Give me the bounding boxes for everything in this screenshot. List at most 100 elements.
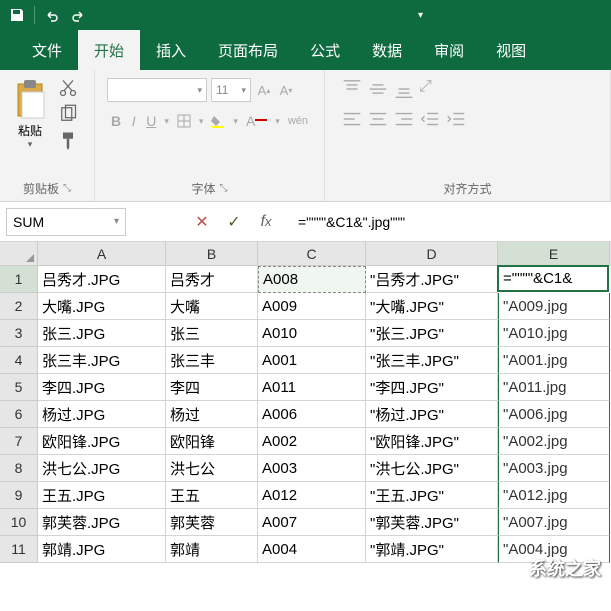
cell[interactable]: 大嘴.JPG bbox=[38, 293, 166, 320]
cell[interactable]: "A012.jpg bbox=[498, 482, 610, 509]
cell[interactable]: A002 bbox=[258, 428, 366, 455]
cell[interactable]: 郭靖.JPG bbox=[38, 536, 166, 563]
border-button[interactable] bbox=[177, 110, 191, 132]
fx-button[interactable]: fx bbox=[250, 208, 282, 236]
orientation-icon[interactable]: ⤢ bbox=[419, 78, 441, 100]
increase-indent-icon[interactable] bbox=[445, 108, 467, 130]
name-box[interactable]: SUM▾ bbox=[6, 208, 126, 236]
cell[interactable]: A003 bbox=[258, 455, 366, 482]
undo-icon[interactable] bbox=[43, 6, 61, 24]
font-color-button[interactable]: A bbox=[246, 110, 267, 132]
cell[interactable]: "张三丰.JPG" bbox=[366, 347, 498, 374]
bold-button[interactable]: B bbox=[111, 110, 121, 132]
cell[interactable]: =""""&C1& bbox=[497, 265, 609, 292]
font-name-select[interactable]: ▾ bbox=[107, 78, 207, 102]
row-header[interactable]: 2 bbox=[0, 293, 38, 320]
tab-formulas[interactable]: 公式 bbox=[294, 30, 356, 70]
row-header[interactable]: 7 bbox=[0, 428, 38, 455]
cell[interactable]: "吕秀才.JPG" bbox=[366, 266, 498, 293]
cell[interactable]: 王五.JPG bbox=[38, 482, 166, 509]
cell[interactable]: "王五.JPG" bbox=[366, 482, 498, 509]
tab-insert[interactable]: 插入 bbox=[140, 30, 202, 70]
cut-icon[interactable] bbox=[58, 78, 78, 98]
align-center-icon[interactable] bbox=[367, 108, 389, 130]
tab-home[interactable]: 开始 bbox=[78, 30, 140, 70]
cell[interactable]: 杨过.JPG bbox=[38, 401, 166, 428]
cell[interactable]: 欧阳锋.JPG bbox=[38, 428, 166, 455]
cell[interactable]: A008 bbox=[258, 266, 366, 293]
align-bottom-icon[interactable] bbox=[393, 78, 415, 100]
cell[interactable]: 张三丰 bbox=[166, 347, 258, 374]
cell[interactable]: 张三.JPG bbox=[38, 320, 166, 347]
row-header[interactable]: 9 bbox=[0, 482, 38, 509]
cell[interactable]: "郭芙蓉.JPG" bbox=[366, 509, 498, 536]
cancel-button[interactable]: ✕ bbox=[186, 208, 218, 236]
col-header-A[interactable]: A bbox=[38, 242, 166, 266]
tab-view[interactable]: 视图 bbox=[480, 30, 542, 70]
confirm-button[interactable]: ✓ bbox=[218, 208, 250, 236]
increase-font-icon[interactable]: A▴ bbox=[255, 81, 273, 99]
cell[interactable]: "李四.JPG" bbox=[366, 374, 498, 401]
row-header[interactable]: 10 bbox=[0, 509, 38, 536]
align-left-icon[interactable] bbox=[341, 108, 363, 130]
cell[interactable]: "杨过.JPG" bbox=[366, 401, 498, 428]
cell[interactable]: 李四 bbox=[166, 374, 258, 401]
row-header[interactable]: 8 bbox=[0, 455, 38, 482]
cell[interactable]: "A002.jpg bbox=[498, 428, 610, 455]
cell[interactable]: 欧阳锋 bbox=[166, 428, 258, 455]
cell[interactable]: 郭靖 bbox=[166, 536, 258, 563]
align-right-icon[interactable] bbox=[393, 108, 415, 130]
underline-button[interactable]: U bbox=[146, 110, 156, 132]
col-header-C[interactable]: C bbox=[258, 242, 366, 266]
cell[interactable]: "A011.jpg bbox=[498, 374, 610, 401]
row-header[interactable]: 4 bbox=[0, 347, 38, 374]
decrease-indent-icon[interactable] bbox=[419, 108, 441, 130]
cell[interactable]: 洪七公 bbox=[166, 455, 258, 482]
cell[interactable]: 李四.JPG bbox=[38, 374, 166, 401]
format-painter-icon[interactable] bbox=[58, 130, 78, 150]
dialog-launcher-icon[interactable]: ⤡ bbox=[63, 183, 71, 194]
cell[interactable]: 张三丰.JPG bbox=[38, 347, 166, 374]
qat-dropdown-icon[interactable]: ▾ bbox=[418, 10, 423, 21]
row-header[interactable]: 6 bbox=[0, 401, 38, 428]
col-header-B[interactable]: B bbox=[166, 242, 258, 266]
cell[interactable]: 吕秀才.JPG bbox=[38, 266, 166, 293]
cell[interactable]: "大嘴.JPG" bbox=[366, 293, 498, 320]
align-top-icon[interactable] bbox=[341, 78, 363, 100]
cell[interactable]: 洪七公.JPG bbox=[38, 455, 166, 482]
cell[interactable]: "A009.jpg bbox=[498, 293, 610, 320]
cell[interactable]: "洪七公.JPG" bbox=[366, 455, 498, 482]
cell[interactable]: "A004.jpg bbox=[498, 536, 610, 563]
formula-input[interactable] bbox=[290, 208, 611, 236]
cell[interactable]: A001 bbox=[258, 347, 366, 374]
cell[interactable]: A012 bbox=[258, 482, 366, 509]
row-header[interactable]: 11 bbox=[0, 536, 38, 563]
cell[interactable]: 张三 bbox=[166, 320, 258, 347]
redo-icon[interactable] bbox=[69, 6, 87, 24]
decrease-font-icon[interactable]: A▾ bbox=[277, 81, 295, 99]
cell[interactable]: 郭芙蓉 bbox=[166, 509, 258, 536]
dialog-launcher-icon[interactable]: ⤡ bbox=[220, 183, 228, 194]
cell[interactable]: "A006.jpg bbox=[498, 401, 610, 428]
font-size-select[interactable]: 11▾ bbox=[211, 78, 251, 102]
tab-file[interactable]: 文件 bbox=[16, 30, 78, 70]
cell[interactable]: A004 bbox=[258, 536, 366, 563]
copy-icon[interactable] bbox=[58, 104, 78, 124]
cell[interactable]: A009 bbox=[258, 293, 366, 320]
cell[interactable]: "欧阳锋.JPG" bbox=[366, 428, 498, 455]
cell[interactable]: 吕秀才 bbox=[166, 266, 258, 293]
italic-button[interactable]: I bbox=[129, 110, 138, 132]
cell[interactable]: A011 bbox=[258, 374, 366, 401]
cell[interactable]: 郭芙蓉.JPG bbox=[38, 509, 166, 536]
row-header[interactable]: 5 bbox=[0, 374, 38, 401]
cell[interactable]: "郭靖.JPG" bbox=[366, 536, 498, 563]
cell[interactable]: 王五 bbox=[166, 482, 258, 509]
ruby-button[interactable]: wén bbox=[288, 110, 308, 132]
paste-button[interactable]: 粘贴 ▾ bbox=[8, 74, 52, 176]
row-header[interactable]: 1 bbox=[0, 266, 38, 293]
cell[interactable]: A007 bbox=[258, 509, 366, 536]
cell[interactable]: 大嘴 bbox=[166, 293, 258, 320]
cell[interactable]: "A003.jpg bbox=[498, 455, 610, 482]
cell[interactable]: "A001.jpg bbox=[498, 347, 610, 374]
fill-color-button[interactable] bbox=[211, 110, 225, 132]
